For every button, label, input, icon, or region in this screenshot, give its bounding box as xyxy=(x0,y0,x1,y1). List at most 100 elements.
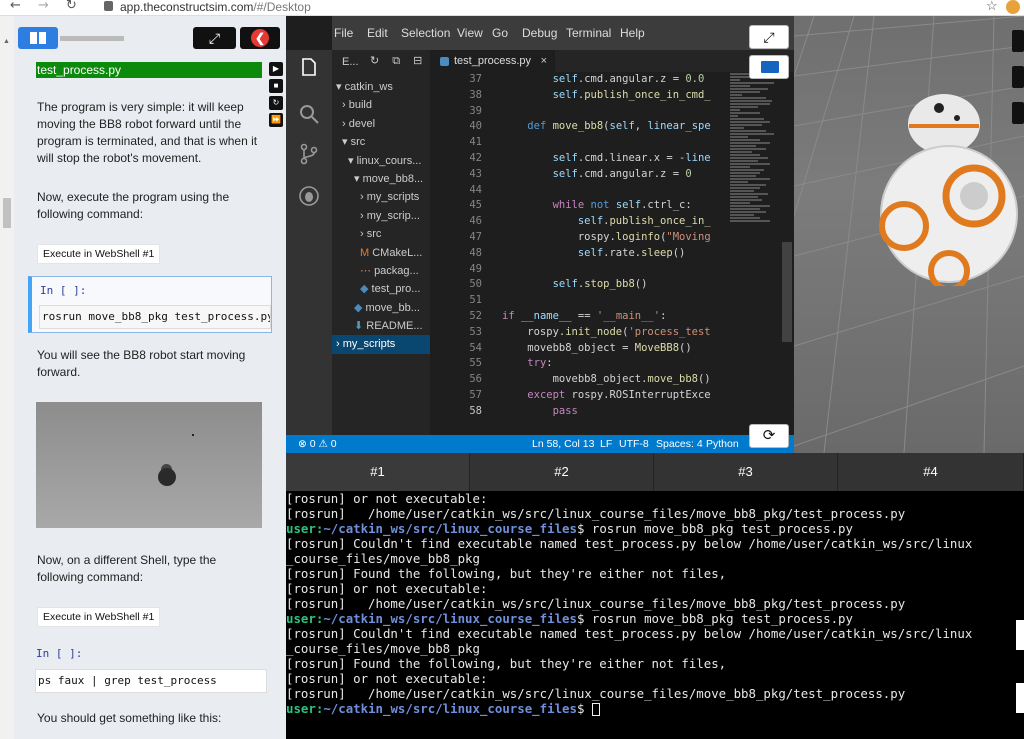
problems-indicator[interactable]: ⊗ 0 ⚠ 0 xyxy=(298,435,337,453)
tree-item[interactable]: ◆ test_pro... xyxy=(332,280,430,298)
expand-notebook-button[interactable]: ⤢ xyxy=(193,27,236,49)
menu-edit[interactable]: Edit xyxy=(367,26,388,40)
tree-item[interactable]: ▾ src xyxy=(332,133,430,151)
tree-item[interactable]: › my_scripts xyxy=(332,335,430,354)
stop-cell-icon[interactable]: ■ xyxy=(269,79,283,93)
terminal-cursor xyxy=(591,703,600,716)
viewport-control-1[interactable] xyxy=(1012,30,1024,52)
eol-indicator[interactable]: LF xyxy=(600,435,612,453)
viewport-control-2[interactable] xyxy=(1012,66,1024,88)
refresh-ide-button[interactable]: ⟳ xyxy=(749,424,789,448)
files-icon[interactable] xyxy=(297,56,321,80)
back-arrow-icon[interactable]: ← xyxy=(10,0,21,13)
run-cell-icon[interactable]: ▶ xyxy=(269,62,283,76)
search-icon[interactable] xyxy=(297,102,321,126)
menu-file[interactable]: File xyxy=(334,26,353,40)
cell-code[interactable]: ps faux | grep test_process xyxy=(35,669,267,693)
tree-item[interactable]: M CMakeL... xyxy=(332,244,430,262)
tree-item[interactable]: › my_scripts xyxy=(332,188,430,206)
scroll-thumb[interactable] xyxy=(782,242,792,342)
code-line: self.publish_once_in_ xyxy=(577,215,711,228)
terminal-scrollbar-upper[interactable] xyxy=(1016,620,1024,650)
terminal-tab-3[interactable]: #3 xyxy=(654,453,838,491)
close-notebook-button[interactable]: ❮ xyxy=(240,27,280,49)
execute-webshell-button[interactable]: Execute in WebShell #1 xyxy=(37,244,161,264)
terminal-tab-2[interactable]: #2 xyxy=(470,453,654,491)
tree-item-label: CMakeL... xyxy=(372,246,423,259)
menu-terminal[interactable]: Terminal xyxy=(566,26,611,40)
tab-test-process[interactable]: test_process.py × xyxy=(430,50,555,72)
editor-pane[interactable]: test_process.py × 37 38 39 40 41 42 43 44 45 46 47 4… xyxy=(430,50,794,445)
code-cell-1[interactable]: In [ ]: rosrun move_bb8_pkg test_process… xyxy=(28,276,272,333)
profile-avatar[interactable] xyxy=(1006,0,1020,14)
reload-icon[interactable]: ↻ xyxy=(66,0,77,13)
address-bar[interactable]: app.theconstructsim.com/#/Desktop xyxy=(120,0,311,14)
viewport-control-3[interactable] xyxy=(1012,102,1024,124)
code-line: pass xyxy=(552,404,578,417)
cell-code[interactable]: rosrun move_bb8_pkg test_process.py xyxy=(39,305,271,329)
tree-item[interactable]: › my_scrip... xyxy=(332,207,430,225)
code-content[interactable]: self.cmd.angular.z = 0.0 self.publish_on… xyxy=(502,72,724,420)
close-tab-icon[interactable]: × xyxy=(541,50,547,72)
language-indicator[interactable]: Python xyxy=(706,435,739,453)
menu-debug[interactable]: Debug xyxy=(522,26,557,40)
tree-icon: › xyxy=(342,117,349,130)
debug-icon[interactable] xyxy=(297,184,321,208)
notebook-toggle-button[interactable] xyxy=(18,27,58,49)
terminal-shell[interactable]: [rosrun] or not executable: [rosrun] /hom… xyxy=(286,491,1024,739)
tree-item[interactable]: ⋯ packag... xyxy=(332,262,430,280)
tree-item[interactable]: › src xyxy=(332,225,430,243)
paragraph-execute-instruction: Now, execute the program using the follo… xyxy=(37,190,230,221)
simulation-viewport[interactable] xyxy=(794,16,1024,453)
source-control-icon[interactable] xyxy=(297,142,321,166)
indentation-indicator[interactable]: Spaces: 4 xyxy=(656,435,703,453)
tree-item[interactable]: › build xyxy=(332,96,430,114)
tree-icon: ◆ xyxy=(354,301,366,314)
tree-item[interactable]: › devel xyxy=(332,115,430,133)
scroll-thumb[interactable] xyxy=(3,198,11,228)
line-number: 53 xyxy=(469,325,482,338)
minimap-line xyxy=(730,79,740,81)
menu-selection[interactable]: Selection xyxy=(401,26,450,40)
forward-arrow-icon[interactable]: → xyxy=(38,0,49,13)
tree-item[interactable]: ⬇ README... xyxy=(332,317,430,335)
scroll-up-arrow-icon[interactable]: ▲ xyxy=(3,38,10,45)
editor-vertical-scrollbar[interactable] xyxy=(782,72,792,445)
terminal-tab-4[interactable]: #4 xyxy=(838,453,1024,491)
menu-go[interactable]: Go xyxy=(492,26,508,40)
minimap[interactable] xyxy=(730,72,780,272)
url-path: /#/Desktop xyxy=(253,0,311,14)
minimap-line xyxy=(730,103,770,105)
minimap-line xyxy=(730,202,750,204)
tree-item[interactable]: ▾ linux_cours... xyxy=(332,152,430,170)
explorer-toolbar-icons[interactable]: ↻ ⧉ ⊟ xyxy=(370,54,427,68)
minimap-line xyxy=(730,157,768,159)
screen-toggle-button[interactable] xyxy=(749,55,789,79)
encoding-indicator[interactable]: UTF-8 xyxy=(619,435,649,453)
bookmark-star-icon[interactable]: ☆ xyxy=(986,0,998,14)
code-cell-2[interactable]: In [ ]: ps faux | grep test_process xyxy=(28,640,272,696)
terminal-line: user:~/catkin_ws/src/linux_course_files$ xyxy=(286,701,1024,716)
minimap-line xyxy=(730,151,752,153)
expand-ide-button[interactable]: ⤢ xyxy=(749,25,789,49)
tree-item[interactable]: ▾ catkin_ws xyxy=(332,78,430,96)
minimap-line xyxy=(730,148,766,150)
restart-kernel-icon[interactable]: ↻ xyxy=(269,96,283,110)
execute-webshell-button-2[interactable]: Execute in WebShell #1 xyxy=(37,607,161,627)
terminal-line: [rosrun] /home/user/catkin_ws/src/linux_… xyxy=(286,596,906,611)
expand-icon: ⤢ xyxy=(208,30,221,46)
menu-view[interactable]: View xyxy=(457,26,483,40)
paragraph-description: The program is very simple: it will keep… xyxy=(37,100,258,165)
cursor-position[interactable]: Ln 58, Col 13 xyxy=(532,435,594,453)
menu-help[interactable]: Help xyxy=(620,26,645,40)
tree-item-label: my_scripts xyxy=(342,338,396,351)
terminal-scrollbar-lower[interactable] xyxy=(1016,683,1024,713)
notebook-scrollbar[interactable]: ▲ xyxy=(0,16,14,739)
code-line: except rospy.ROSInterruptExce xyxy=(527,388,711,401)
tree-item[interactable]: ▾ move_bb8... xyxy=(332,170,430,188)
tree-item[interactable]: ◆ move_bb... xyxy=(332,299,430,317)
terminal-tab-1[interactable]: #1 xyxy=(286,453,470,491)
run-all-icon[interactable]: ⏩ xyxy=(269,113,283,127)
